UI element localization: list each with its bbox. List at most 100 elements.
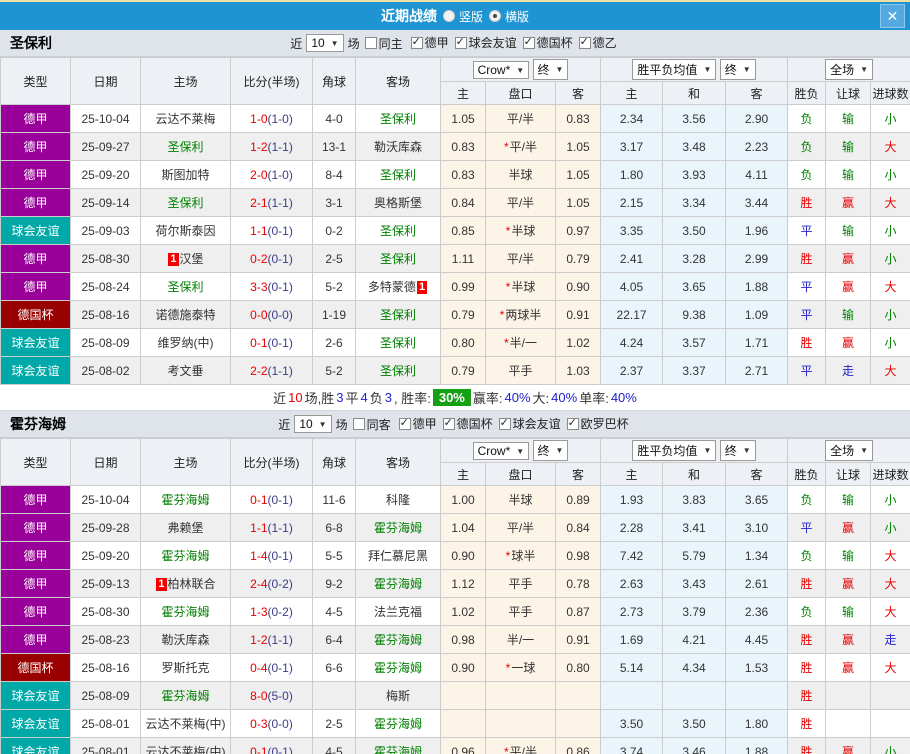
league-filter[interactable]: 德国杯 xyxy=(522,34,573,51)
home-team-name: 霍芬海姆 xyxy=(161,493,210,507)
match-row: 球会友谊 25-08-01 云达不莱梅(中) 0-3(0-0) 2-5 霍芬海姆 3.50 3… xyxy=(0,709,910,738)
close-button[interactable]: ✕ xyxy=(880,4,905,28)
result-handicap-cell: 赢 xyxy=(825,653,872,682)
score-cell: 1-1(1-1) xyxy=(230,513,313,542)
mean-source-select[interactable]: 胜平负均值 ▼ xyxy=(632,440,717,461)
same-venue-filter[interactable]: 同客 xyxy=(352,416,391,433)
checkbox-icon[interactable] xyxy=(410,35,423,49)
away-team-name: 梅斯 xyxy=(385,689,410,703)
odds-away-cell: 0.83 xyxy=(554,104,602,133)
date-cell: 25-09-13 xyxy=(70,569,141,598)
odds-away-cell: 1.02 xyxy=(554,328,602,357)
mean-final-select[interactable]: 终 ▼ xyxy=(719,59,756,80)
same-venue-checkbox[interactable] xyxy=(352,418,365,430)
result-goals-cell: 大 xyxy=(870,132,910,161)
match-row: 球会友谊 25-08-09 霍芬海姆 8-0(5-0) 梅斯 胜 xyxy=(0,681,910,710)
away-team-cell: 圣保利 xyxy=(355,356,441,385)
league-cell: 德甲 xyxy=(0,541,71,570)
scope-select[interactable]: 全场 ▼ xyxy=(825,59,873,80)
home-team-name: 弗赖堡 xyxy=(167,521,204,535)
mean-source-value: 胜平负均值 xyxy=(637,444,698,458)
result-goals-cell: 大 xyxy=(870,653,910,682)
col-header-corners: 角球 xyxy=(312,438,356,486)
handicap-cell: 平/半 xyxy=(485,513,556,542)
odds-away-cell: 1.05 xyxy=(554,132,602,161)
odds-source-select[interactable]: Crow* ▼ xyxy=(472,442,530,460)
odds-source-select[interactable]: Crow* ▼ xyxy=(472,61,530,79)
match-row: 德甲 25-09-14 圣保利 2-1(1-1) 3-1 奥格斯堡 0.84 平/半 1.05 2… xyxy=(0,188,910,217)
summary-segment: 3 xyxy=(336,390,344,405)
summary-segment: 近 xyxy=(273,391,287,406)
filter-bar: 近 10 ▼ 场 同客 德甲 德国杯 球会友谊 欧罗巴杯 xyxy=(276,415,633,433)
mean-away-cell: 1.96 xyxy=(725,216,789,245)
home-team-cell: 云达不莱梅(中) xyxy=(140,709,231,738)
mean-final-value: 终 xyxy=(724,63,737,77)
vertical-layout-radio[interactable] xyxy=(442,10,455,22)
horizontal-layout-radio[interactable] xyxy=(489,10,501,22)
scope-select[interactable]: 全场 ▼ xyxy=(825,440,873,461)
league-filter[interactable]: 欧罗巴杯 xyxy=(566,415,629,432)
checkbox-icon[interactable] xyxy=(442,416,455,430)
result-goals-cell: 大 xyxy=(870,356,910,385)
mean-source-select[interactable]: 胜平负均值 ▼ xyxy=(632,59,717,80)
mean-draw-cell: 3.48 xyxy=(662,132,727,161)
home-team-name: 霍芬海姆 xyxy=(161,689,210,703)
odds-final-select[interactable]: 终 ▼ xyxy=(532,59,569,80)
league-filter[interactable]: 德甲 xyxy=(398,415,437,432)
away-team-cell: 霍芬海姆 xyxy=(355,653,441,682)
away-team-name: 圣保利 xyxy=(379,252,416,266)
match-count-value: 10 xyxy=(311,36,325,50)
home-team-cell: 诺德施泰特 xyxy=(140,300,231,329)
league-filter[interactable]: 德国杯 xyxy=(442,415,493,432)
team-section: 圣保利 近 10 ▼ 场 同主 德甲球会友谊德国杯德乙 xyxy=(0,30,910,411)
checkbox-icon[interactable] xyxy=(454,35,467,49)
chevron-down-icon: ▼ xyxy=(330,38,339,48)
result-goals-cell xyxy=(870,709,910,738)
handicap-cell: 半球 xyxy=(485,160,556,189)
league-filter[interactable]: 德乙 xyxy=(578,34,617,51)
same-venue-checkbox[interactable] xyxy=(364,37,377,49)
score-cell: 0-1(0-1) xyxy=(230,328,313,357)
mean-final-select[interactable]: 终 ▼ xyxy=(719,440,756,461)
summary-bar: 近 10 场,胜 3 平 4 负 3, 胜率: 30% 赢率: 40% 大: 40% 单率: 40% xyxy=(0,385,910,411)
result-wdl-cell: 负 xyxy=(787,132,827,161)
home-team-name: 圣保利 xyxy=(167,140,204,154)
match-count-select[interactable]: 10 ▼ xyxy=(306,34,344,52)
home-team-cell: 圣保利 xyxy=(140,272,231,301)
checkbox-icon[interactable] xyxy=(522,35,535,49)
score-cell: 1-2(1-1) xyxy=(230,132,313,161)
odds-final-select[interactable]: 终 ▼ xyxy=(532,440,569,461)
away-team-name: 拜仁慕尼黑 xyxy=(367,549,428,563)
mean-draw-cell: 3.57 xyxy=(662,328,727,357)
league-filter[interactable]: 球会友谊 xyxy=(454,34,517,51)
league-filter[interactable]: 德甲 xyxy=(410,34,449,51)
handicap-cell xyxy=(485,709,556,738)
result-handicap-cell: 输 xyxy=(825,104,872,133)
checkbox-icon[interactable] xyxy=(498,416,511,430)
chevron-down-icon: ▼ xyxy=(318,419,327,429)
checkbox-icon[interactable] xyxy=(398,416,411,430)
match-count-select[interactable]: 10 ▼ xyxy=(294,415,332,433)
team-name: 圣保利 xyxy=(10,35,52,51)
result-handicap-cell: 输 xyxy=(825,485,872,514)
checkbox-icon[interactable] xyxy=(566,416,579,430)
horizontal-layout-label: 横版 xyxy=(505,9,530,24)
result-handicap-cell: 输 xyxy=(825,160,872,189)
result-handicap-cell: 走 xyxy=(825,356,872,385)
checkbox-icon[interactable] xyxy=(578,35,591,49)
odds-home-cell: 1.05 xyxy=(440,104,486,133)
mean-draw-cell: 5.79 xyxy=(662,541,727,570)
match-row: 德甲 25-09-20 斯图加特 2-0(1-0) 8-4 圣保利 0.83 半球 1.05 1.… xyxy=(0,160,910,189)
league-cell: 球会友谊 xyxy=(0,216,71,245)
col-header-corners: 角球 xyxy=(312,57,356,105)
result-wdl-cell: 平 xyxy=(787,513,827,542)
league-filter[interactable]: 球会友谊 xyxy=(498,415,561,432)
league-filter-label: 德国杯 xyxy=(536,36,573,51)
odds-away-cell: 1.03 xyxy=(554,356,602,385)
same-venue-filter[interactable]: 同主 xyxy=(364,35,403,52)
handicap-cell: *半/一 xyxy=(485,328,556,357)
mean-draw-cell: 3.65 xyxy=(662,272,727,301)
home-team-cell: 斯图加特 xyxy=(140,160,231,189)
date-cell: 25-10-04 xyxy=(70,485,141,514)
mean-home-cell: 2.28 xyxy=(600,513,664,542)
